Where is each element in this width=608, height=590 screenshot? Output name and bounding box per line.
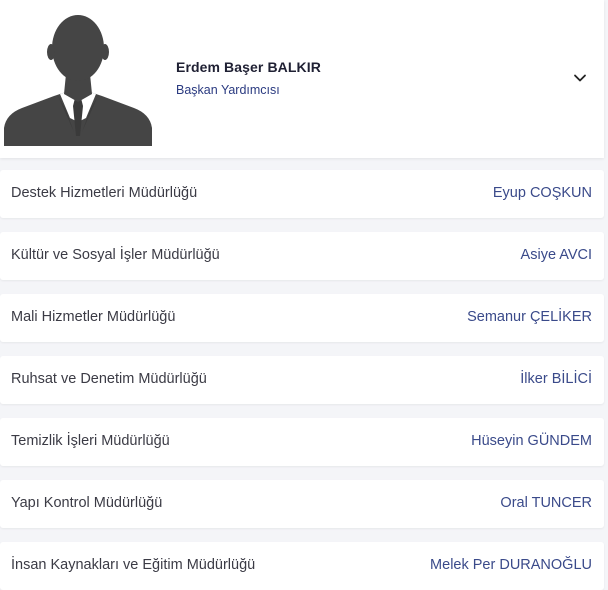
person-title: Başkan Yardımcısı bbox=[176, 83, 280, 97]
department-row[interactable]: Ruhsat ve Denetim Müdürlüğü İlker BİLİCİ bbox=[0, 356, 604, 404]
department-name: Yapı Kontrol Müdürlüğü bbox=[11, 495, 163, 511]
profile-card[interactable]: Erdem Başer BALKIR Başkan Yardımcısı bbox=[0, 0, 604, 158]
person-name: Erdem Başer BALKIR bbox=[176, 59, 321, 75]
department-row[interactable]: Kültür ve Sosyal İşler Müdürlüğü Asiye A… bbox=[0, 232, 604, 280]
department-manager: Asiye AVCI bbox=[520, 247, 592, 263]
department-manager: Hüseyin GÜNDEM bbox=[471, 433, 592, 449]
department-manager: Eyup COŞKUN bbox=[492, 185, 592, 201]
department-row[interactable]: Yapı Kontrol Müdürlüğü Oral TUNCER bbox=[0, 480, 604, 528]
department-row[interactable]: Destek Hizmetleri Müdürlüğü Eyup COŞKUN bbox=[0, 170, 604, 218]
department-manager: Melek Per DURANOĞLU bbox=[430, 557, 592, 573]
department-name: Temizlik İşleri Müdürlüğü bbox=[11, 433, 170, 449]
department-name: Kültür ve Sosyal İşler Müdürlüğü bbox=[11, 247, 220, 263]
department-row[interactable]: İnsan Kaynakları ve Eğitim Müdürlüğü Mel… bbox=[0, 542, 604, 590]
person-silhouette-icon bbox=[4, 15, 152, 146]
department-manager: Semanur ÇELİKER bbox=[467, 309, 592, 325]
department-manager: İlker BİLİCİ bbox=[520, 371, 592, 387]
department-name: Destek Hizmetleri Müdürlüğü bbox=[11, 185, 198, 201]
department-name: Ruhsat ve Denetim Müdürlüğü bbox=[11, 371, 207, 387]
department-row[interactable]: Temizlik İşleri Müdürlüğü Hüseyin GÜNDEM bbox=[0, 418, 604, 466]
chevron-down-icon[interactable] bbox=[573, 71, 587, 85]
department-name: Mali Hizmetler Müdürlüğü bbox=[11, 309, 176, 325]
department-name: İnsan Kaynakları ve Eğitim Müdürlüğü bbox=[11, 557, 256, 573]
department-row[interactable]: Mali Hizmetler Müdürlüğü Semanur ÇELİKER bbox=[0, 294, 604, 342]
department-manager: Oral TUNCER bbox=[500, 495, 592, 511]
